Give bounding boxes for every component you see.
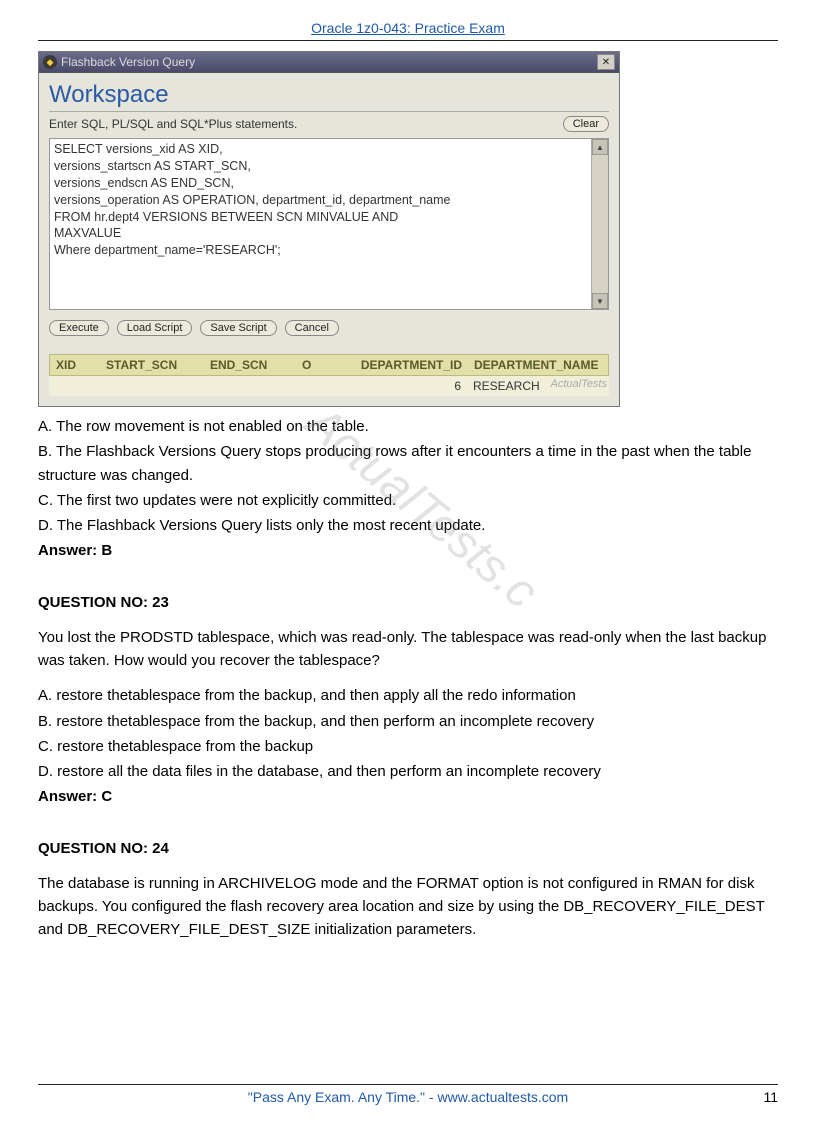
- titlebar: ◆ Flashback Version Query ✕: [39, 52, 619, 73]
- option-c: C. The first two updates were not explic…: [38, 489, 778, 512]
- q23-c: C. restore thetablespace from the backup: [38, 735, 778, 758]
- cell-start-scn: [99, 376, 203, 396]
- scrollbar[interactable]: ▲ ▼: [591, 139, 608, 309]
- sql-line: Where department_name='RESEARCH';: [54, 242, 586, 259]
- scroll-up-icon[interactable]: ▲: [592, 139, 608, 155]
- scroll-down-icon[interactable]: ▼: [592, 293, 608, 309]
- result-row: 6 RESEARCH ActualTests: [49, 376, 609, 396]
- cell-dept-id: 6: [325, 376, 467, 396]
- footer-text: "Pass Any Exam. Any Time." - www.actualt…: [248, 1089, 568, 1105]
- q24-block: QUESTION NO: 24 The database is running …: [38, 837, 778, 942]
- q23-title: QUESTION NO: 23: [38, 591, 778, 614]
- option-d: D. The Flashback Versions Query lists on…: [38, 514, 778, 537]
- sql-textarea-wrap: SELECT versions_xid AS XID, versions_sta…: [49, 138, 609, 310]
- titlebar-text: Flashback Version Query: [61, 55, 195, 69]
- cell-dept-name: RESEARCH ActualTests: [467, 376, 609, 396]
- workspace-prompt: Enter SQL, PL/SQL and SQL*Plus statement…: [49, 117, 297, 131]
- q23-d: D. restore all the data files in the dat…: [38, 760, 778, 783]
- q24-title: QUESTION NO: 24: [38, 837, 778, 860]
- q23-stem: You lost the PRODSTD tablespace, which w…: [38, 626, 778, 673]
- sql-line: versions_operation AS OPERATION, departm…: [54, 192, 586, 209]
- q22-options: A. The row movement is not enabled on th…: [38, 415, 778, 563]
- q23-a: A. restore thetablespace from the backup…: [38, 684, 778, 707]
- sql-textarea[interactable]: SELECT versions_xid AS XID, versions_sta…: [50, 139, 590, 309]
- option-a: A. The row movement is not enabled on th…: [38, 415, 778, 438]
- col-end-scn: END_SCN: [204, 355, 296, 375]
- page-number: 11: [763, 1089, 778, 1105]
- save-script-button[interactable]: Save Script: [200, 320, 276, 336]
- page-footer: "Pass Any Exam. Any Time." - www.actualt…: [38, 1084, 778, 1105]
- col-xid: XID: [50, 355, 100, 375]
- row-watermark: ActualTests: [551, 378, 607, 390]
- execute-button[interactable]: Execute: [49, 320, 109, 336]
- option-b: B. The Flashback Versions Query stops pr…: [38, 440, 778, 487]
- cell-op: [295, 376, 325, 396]
- sql-line: FROM hr.dept4 VERSIONS BETWEEN SCN MINVA…: [54, 209, 586, 226]
- col-dept-id: DEPARTMENT_ID: [326, 355, 468, 375]
- sql-line: MAXVALUE: [54, 225, 586, 242]
- cell-dept-name-text: RESEARCH: [473, 379, 540, 393]
- screenshot-window: ◆ Flashback Version Query ✕ Workspace En…: [38, 51, 620, 407]
- q24-stem: The database is running in ARCHIVELOG mo…: [38, 872, 778, 942]
- q23-answer: Answer: C: [38, 785, 778, 808]
- cancel-button[interactable]: Cancel: [285, 320, 339, 336]
- col-operation: O: [296, 355, 326, 375]
- close-icon[interactable]: ✕: [597, 54, 615, 70]
- q23-b: B. restore thetablespace from the backup…: [38, 710, 778, 733]
- app-icon: ◆: [43, 55, 57, 69]
- sql-line: SELECT versions_xid AS XID,: [54, 141, 586, 158]
- result-header: XID START_SCN END_SCN O DEPARTMENT_ID DE…: [49, 354, 609, 376]
- clear-button[interactable]: Clear: [563, 116, 609, 132]
- col-start-scn: START_SCN: [100, 355, 204, 375]
- cell-xid: [49, 376, 99, 396]
- load-script-button[interactable]: Load Script: [117, 320, 193, 336]
- q23-block: QUESTION NO: 23 You lost the PRODSTD tab…: [38, 591, 778, 809]
- cell-end-scn: [203, 376, 295, 396]
- page-header: Oracle 1z0-043: Practice Exam: [38, 20, 778, 41]
- q22-answer: Answer: B: [38, 539, 778, 562]
- sql-line: versions_endscn AS END_SCN,: [54, 175, 586, 192]
- workspace-heading: Workspace: [49, 81, 609, 112]
- sql-line: versions_startscn AS START_SCN,: [54, 158, 586, 175]
- col-dept-name: DEPARTMENT_NAME: [468, 355, 608, 375]
